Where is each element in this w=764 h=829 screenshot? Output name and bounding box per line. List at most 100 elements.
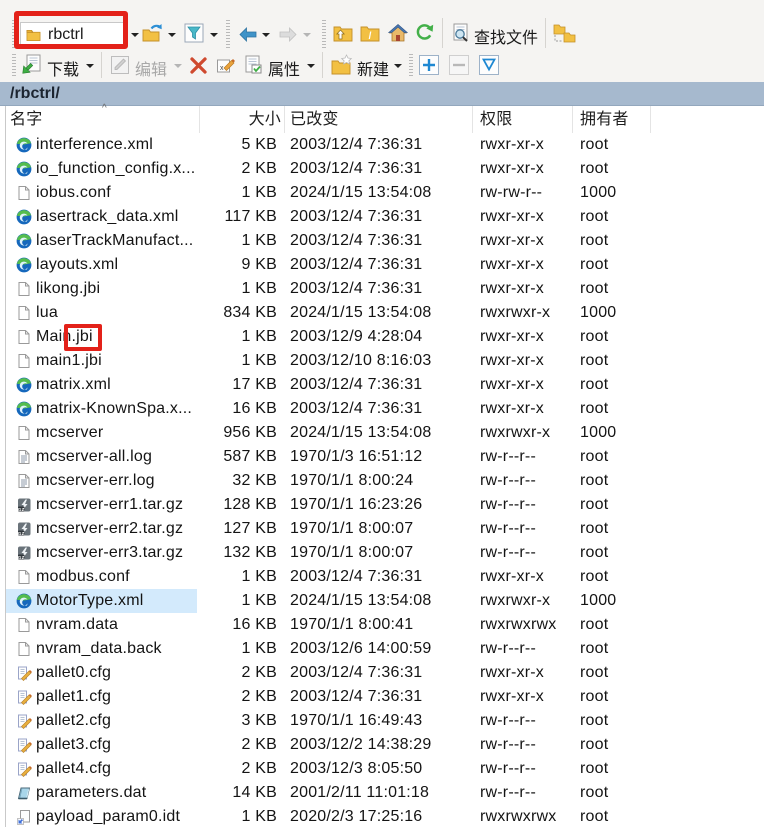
table-row[interactable]: mcserver-all.log 587 KB 1970/1/3 16:51:1… — [0, 445, 764, 469]
table-row[interactable]: GZmcserver-err1.tar.gz 128 KB 1970/1/1 1… — [0, 493, 764, 517]
file-changed: 2024/1/15 13:54:08 — [290, 589, 472, 613]
toolbar-grip[interactable] — [12, 54, 16, 78]
toolbar-grip[interactable] — [226, 20, 230, 48]
edit-icon[interactable] — [110, 55, 130, 75]
rename-icon[interactable]: x — [216, 55, 236, 75]
root-directory-icon[interactable]: / — [360, 23, 380, 43]
forward-history-caret[interactable] — [303, 33, 311, 37]
file-rights: rwxr-xr-x — [480, 565, 572, 589]
new-icon[interactable] — [331, 54, 353, 76]
table-row[interactable]: nvram_data.back 1 KB 2003/12/6 14:00:59 … — [0, 637, 764, 661]
filter-toggle-icon[interactable] — [479, 55, 499, 75]
file-changed: 1970/1/1 8:00:07 — [290, 517, 472, 541]
download-label[interactable]: 下载 — [47, 56, 79, 80]
file-changed: 1970/1/3 16:51:12 — [290, 445, 472, 469]
new-label[interactable]: 新建 — [357, 56, 389, 80]
table-row[interactable]: nvram.data 16 KB 1970/1/1 8:00:41 rwxrwx… — [0, 613, 764, 637]
column-header-rights[interactable]: 权限 — [473, 106, 573, 133]
delete-icon[interactable] — [188, 55, 209, 76]
file-size: 14 KB — [200, 781, 277, 805]
file-rights: rwxr-xr-x — [480, 133, 572, 157]
table-row[interactable]: pallet4.cfg 2 KB 2003/12/3 8:05:50 rw-r-… — [0, 757, 764, 781]
file-name: parameters.dat — [36, 781, 146, 805]
table-row[interactable]: GZmcserver-err3.tar.gz 132 KB 1970/1/1 8… — [0, 541, 764, 565]
file-changed: 1970/1/1 8:00:24 — [290, 469, 472, 493]
table-row[interactable]: layouts.xml 9 KB 2003/12/4 7:36:31 rwxr-… — [0, 253, 764, 277]
synchronize-browsing-icon[interactable] — [553, 22, 577, 44]
file-owner: root — [580, 613, 650, 637]
table-row[interactable]: main1.jbi 1 KB 2003/12/10 8:16:03 rwxr-x… — [0, 349, 764, 373]
file-rights: rwxrwxrwx — [480, 613, 572, 637]
filter-caret[interactable] — [210, 33, 218, 37]
forward-icon[interactable] — [278, 25, 298, 45]
file-changed: 2024/1/15 13:54:08 — [290, 181, 472, 205]
table-row[interactable]: pallet0.cfg 2 KB 2003/12/4 7:36:31 rwxr-… — [0, 661, 764, 685]
find-files-icon[interactable] — [451, 23, 471, 43]
file-name: lua — [36, 301, 58, 325]
file-size: 1 KB — [200, 637, 277, 661]
refresh-icon[interactable] — [414, 23, 434, 43]
file-owner: root — [580, 373, 650, 397]
log-file-icon — [16, 449, 32, 465]
table-row[interactable]: io_function_config.x... 2 KB 2003/12/4 7… — [0, 157, 764, 181]
new-caret[interactable] — [394, 64, 402, 68]
add-icon[interactable] — [419, 55, 439, 75]
download-icon[interactable] — [20, 54, 42, 76]
table-row[interactable]: MotorType.xml 1 KB 2024/1/15 13:54:08 rw… — [0, 589, 764, 613]
table-row[interactable]: pallet3.cfg 2 KB 2003/12/2 14:38:29 rw-r… — [0, 733, 764, 757]
file-rights: rwxr-xr-x — [480, 661, 572, 685]
table-row[interactable]: pallet1.cfg 2 KB 2003/12/4 7:36:31 rwxr-… — [0, 685, 764, 709]
sort-ascending-icon: ^ — [102, 103, 107, 114]
edit-caret[interactable] — [174, 64, 182, 68]
file-changed: 1970/1/1 16:23:26 — [290, 493, 472, 517]
file-list: interference.xml 5 KB 2003/12/4 7:36:31 … — [0, 133, 764, 829]
file-changed: 2003/12/2 14:38:29 — [290, 733, 472, 757]
table-row[interactable]: iobus.conf 1 KB 2024/1/15 13:54:08 rw-rw… — [0, 181, 764, 205]
table-row[interactable]: matrix.xml 17 KB 2003/12/4 7:36:31 rwxr-… — [0, 373, 764, 397]
table-row[interactable]: Main.jbi 1 KB 2003/12/9 4:28:04 rwxr-xr-… — [0, 325, 764, 349]
table-row[interactable]: laserTrackManufact... 1 KB 2003/12/4 7:3… — [0, 229, 764, 253]
home-directory-icon[interactable] — [388, 23, 408, 43]
table-row[interactable]: GZmcserver-err2.tar.gz 127 KB 1970/1/1 8… — [0, 517, 764, 541]
table-row[interactable]: interference.xml 5 KB 2003/12/4 7:36:31 … — [0, 133, 764, 157]
file-name: lasertrack_data.xml — [36, 205, 179, 229]
path-bar[interactable]: /rbctrl/ — [0, 82, 764, 106]
edit-label[interactable]: 编辑 — [135, 56, 167, 80]
find-files-label[interactable]: 查找文件 — [474, 24, 538, 48]
column-header-changed[interactable]: 已改变 — [285, 106, 473, 133]
file-size: 132 KB — [200, 541, 277, 565]
file-changed: 2003/12/10 8:16:03 — [290, 349, 472, 373]
table-row[interactable]: pallet2.cfg 3 KB 1970/1/1 16:49:43 rw-r-… — [0, 709, 764, 733]
file-size: 117 KB — [200, 205, 277, 229]
cfg-file-icon — [16, 761, 32, 777]
toolbar-grip[interactable] — [322, 20, 326, 48]
download-caret[interactable] — [86, 64, 94, 68]
open-directory-icon[interactable] — [142, 23, 162, 43]
back-icon[interactable] — [238, 25, 258, 45]
file-name: MotorType.xml — [36, 589, 144, 613]
table-row[interactable]: mcserver 956 KB 2024/1/15 13:54:08 rwxrw… — [0, 421, 764, 445]
table-row[interactable]: lasertrack_data.xml 117 KB 2003/12/4 7:3… — [0, 205, 764, 229]
table-row[interactable]: lua 834 KB 2024/1/15 13:54:08 rwxrwxr-x … — [0, 301, 764, 325]
filter-icon[interactable] — [184, 23, 204, 43]
table-row[interactable]: payload_param0.idt 1 KB 2020/2/3 17:25:1… — [0, 805, 764, 829]
file-file-icon — [16, 281, 32, 297]
properties-label[interactable]: 属性 — [268, 56, 300, 80]
table-row[interactable]: modbus.conf 1 KB 2003/12/4 7:36:31 rwxr-… — [0, 565, 764, 589]
column-header-owner[interactable]: 拥有者 — [573, 106, 651, 133]
table-row[interactable]: likong.jbi 1 KB 2003/12/4 7:36:31 rwxr-x… — [0, 277, 764, 301]
open-directory-caret[interactable] — [168, 33, 176, 37]
properties-caret[interactable] — [307, 64, 315, 68]
address-dropdown-caret[interactable] — [131, 33, 139, 37]
file-size: 1 KB — [200, 277, 277, 301]
parent-directory-icon[interactable] — [333, 23, 353, 43]
table-row[interactable]: parameters.dat 14 KB 2001/2/11 11:01:18 … — [0, 781, 764, 805]
column-header-size[interactable]: 大小 — [200, 106, 285, 133]
toolbar-grip[interactable] — [409, 54, 413, 78]
file-file-icon — [16, 305, 32, 321]
remove-icon[interactable] — [449, 55, 469, 75]
table-row[interactable]: matrix-KnownSpa.x... 16 KB 2003/12/4 7:3… — [0, 397, 764, 421]
back-history-caret[interactable] — [262, 33, 270, 37]
properties-icon[interactable] — [243, 55, 263, 75]
table-row[interactable]: mcserver-err.log 32 KB 1970/1/1 8:00:24 … — [0, 469, 764, 493]
